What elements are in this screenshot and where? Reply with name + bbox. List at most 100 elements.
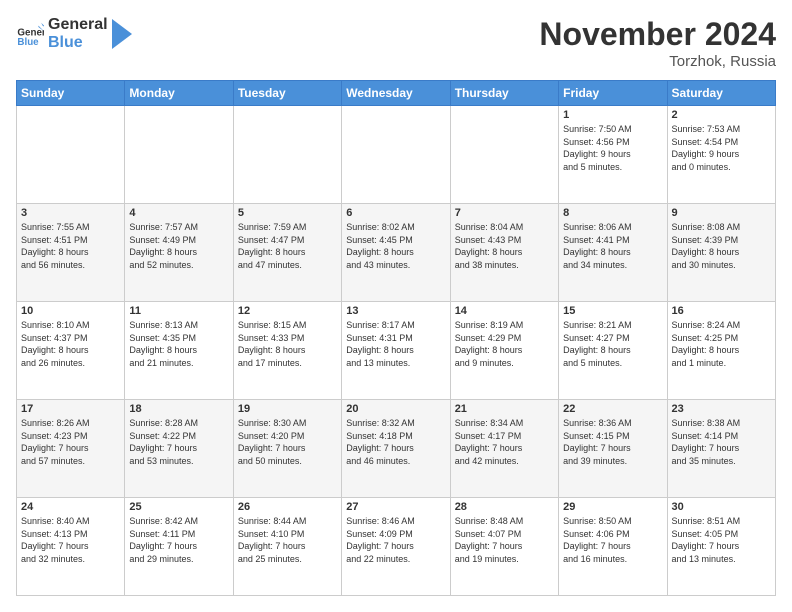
- day-info: Sunrise: 8:46 AM Sunset: 4:09 PM Dayligh…: [346, 515, 445, 565]
- day-info: Sunrise: 8:42 AM Sunset: 4:11 PM Dayligh…: [129, 515, 228, 565]
- table-row: 5 Sunrise: 7:59 AM Sunset: 4:47 PM Daylig…: [233, 204, 341, 302]
- table-row: 10 Sunrise: 8:10 AM Sunset: 4:37 PM Dayli…: [17, 302, 125, 400]
- table-row: 3 Sunrise: 7:55 AM Sunset: 4:51 PM Daylig…: [17, 204, 125, 302]
- day-info: Sunrise: 8:30 AM Sunset: 4:20 PM Dayligh…: [238, 417, 337, 467]
- day-number: 18: [129, 403, 228, 415]
- logo: General Blue General Blue: [16, 16, 132, 51]
- table-row: 9 Sunrise: 8:08 AM Sunset: 4:39 PM Daylig…: [667, 204, 775, 302]
- table-row: 11 Sunrise: 8:13 AM Sunset: 4:35 PM Dayli…: [125, 302, 233, 400]
- day-number: 30: [672, 501, 771, 513]
- day-info: Sunrise: 8:10 AM Sunset: 4:37 PM Dayligh…: [21, 319, 120, 369]
- day-info: Sunrise: 7:50 AM Sunset: 4:56 PM Dayligh…: [563, 123, 662, 173]
- day-number: 2: [672, 109, 771, 121]
- day-info: Sunrise: 8:51 AM Sunset: 4:05 PM Dayligh…: [672, 515, 771, 565]
- calendar-header-row: Sunday Monday Tuesday Wednesday Thursday…: [17, 81, 776, 106]
- table-row: [233, 106, 341, 204]
- day-number: 10: [21, 305, 120, 317]
- day-number: 13: [346, 305, 445, 317]
- table-row: [342, 106, 450, 204]
- day-info: Sunrise: 8:40 AM Sunset: 4:13 PM Dayligh…: [21, 515, 120, 565]
- day-info: Sunrise: 8:44 AM Sunset: 4:10 PM Dayligh…: [238, 515, 337, 565]
- col-thursday: Thursday: [450, 81, 558, 106]
- table-row: 1Sunrise: 7:50 AM Sunset: 4:56 PM Daylig…: [559, 106, 667, 204]
- day-number: 17: [21, 403, 120, 415]
- table-row: 18 Sunrise: 8:28 AM Sunset: 4:22 PM Dayli…: [125, 400, 233, 498]
- logo-arrow-icon: [112, 19, 132, 49]
- col-sunday: Sunday: [17, 81, 125, 106]
- table-row: 8 Sunrise: 8:06 AM Sunset: 4:41 PM Daylig…: [559, 204, 667, 302]
- day-info: Sunrise: 8:21 AM Sunset: 4:27 PM Dayligh…: [563, 319, 662, 369]
- table-row: 30 Sunrise: 8:51 AM Sunset: 4:05 PM Dayli…: [667, 498, 775, 596]
- month-title: November 2024: [539, 16, 776, 53]
- day-info: Sunrise: 8:50 AM Sunset: 4:06 PM Dayligh…: [563, 515, 662, 565]
- calendar-week-3: 10 Sunrise: 8:10 AM Sunset: 4:37 PM Dayli…: [17, 302, 776, 400]
- page: General Blue General Blue November 2024 …: [0, 0, 792, 612]
- day-info: Sunrise: 8:36 AM Sunset: 4:15 PM Dayligh…: [563, 417, 662, 467]
- day-number: 22: [563, 403, 662, 415]
- table-row: 13Sunrise: 8:17 AM Sunset: 4:31 PM Dayli…: [342, 302, 450, 400]
- day-info: Sunrise: 8:04 AM Sunset: 4:43 PM Dayligh…: [455, 221, 554, 271]
- logo-general-text: General: [48, 16, 108, 34]
- table-row: 22 Sunrise: 8:36 AM Sunset: 4:15 PM Dayli…: [559, 400, 667, 498]
- day-info: Sunrise: 8:02 AM Sunset: 4:45 PM Dayligh…: [346, 221, 445, 271]
- table-row: 26 Sunrise: 8:44 AM Sunset: 4:10 PM Dayli…: [233, 498, 341, 596]
- day-info: Sunrise: 7:55 AM Sunset: 4:51 PM Dayligh…: [21, 221, 120, 271]
- table-row: [450, 106, 558, 204]
- calendar-week-4: 17Sunrise: 8:26 AM Sunset: 4:23 PM Dayli…: [17, 400, 776, 498]
- day-info: Sunrise: 7:53 AM Sunset: 4:54 PM Dayligh…: [672, 123, 771, 173]
- col-friday: Friday: [559, 81, 667, 106]
- day-number: 29: [563, 501, 662, 513]
- day-info: Sunrise: 7:59 AM Sunset: 4:47 PM Dayligh…: [238, 221, 337, 271]
- table-row: [125, 106, 233, 204]
- day-number: 5: [238, 207, 337, 219]
- day-number: 11: [129, 305, 228, 317]
- day-info: Sunrise: 8:08 AM Sunset: 4:39 PM Dayligh…: [672, 221, 771, 271]
- table-row: 2 Sunrise: 7:53 AM Sunset: 4:54 PM Daylig…: [667, 106, 775, 204]
- table-row: 7Sunrise: 8:04 AM Sunset: 4:43 PM Daylig…: [450, 204, 558, 302]
- day-number: 14: [455, 305, 554, 317]
- day-info: Sunrise: 8:19 AM Sunset: 4:29 PM Dayligh…: [455, 319, 554, 369]
- day-info: Sunrise: 8:24 AM Sunset: 4:25 PM Dayligh…: [672, 319, 771, 369]
- day-number: 27: [346, 501, 445, 513]
- day-number: 15: [563, 305, 662, 317]
- table-row: 23Sunrise: 8:38 AM Sunset: 4:14 PM Dayli…: [667, 400, 775, 498]
- day-info: Sunrise: 8:06 AM Sunset: 4:41 PM Dayligh…: [563, 221, 662, 271]
- table-row: 4Sunrise: 7:57 AM Sunset: 4:49 PM Daylig…: [125, 204, 233, 302]
- location: Torzhok, Russia: [539, 53, 776, 70]
- table-row: 25Sunrise: 8:42 AM Sunset: 4:11 PM Dayli…: [125, 498, 233, 596]
- table-row: 19 Sunrise: 8:30 AM Sunset: 4:20 PM Dayli…: [233, 400, 341, 498]
- day-number: 21: [455, 403, 554, 415]
- day-number: 19: [238, 403, 337, 415]
- table-row: 20Sunrise: 8:32 AM Sunset: 4:18 PM Dayli…: [342, 400, 450, 498]
- day-info: Sunrise: 8:48 AM Sunset: 4:07 PM Dayligh…: [455, 515, 554, 565]
- day-number: 12: [238, 305, 337, 317]
- day-number: 6: [346, 207, 445, 219]
- calendar-week-2: 3 Sunrise: 7:55 AM Sunset: 4:51 PM Daylig…: [17, 204, 776, 302]
- day-number: 8: [563, 207, 662, 219]
- day-info: Sunrise: 8:34 AM Sunset: 4:17 PM Dayligh…: [455, 417, 554, 467]
- svg-text:Blue: Blue: [17, 37, 39, 48]
- table-row: 15 Sunrise: 8:21 AM Sunset: 4:27 PM Dayli…: [559, 302, 667, 400]
- table-row: 24 Sunrise: 8:40 AM Sunset: 4:13 PM Dayli…: [17, 498, 125, 596]
- table-row: [17, 106, 125, 204]
- day-info: Sunrise: 8:28 AM Sunset: 4:22 PM Dayligh…: [129, 417, 228, 467]
- col-wednesday: Wednesday: [342, 81, 450, 106]
- table-row: 6 Sunrise: 8:02 AM Sunset: 4:45 PM Daylig…: [342, 204, 450, 302]
- day-number: 16: [672, 305, 771, 317]
- day-number: 26: [238, 501, 337, 513]
- day-number: 3: [21, 207, 120, 219]
- calendar-week-5: 24 Sunrise: 8:40 AM Sunset: 4:13 PM Dayli…: [17, 498, 776, 596]
- day-info: Sunrise: 7:57 AM Sunset: 4:49 PM Dayligh…: [129, 221, 228, 271]
- day-number: 23: [672, 403, 771, 415]
- day-info: Sunrise: 8:15 AM Sunset: 4:33 PM Dayligh…: [238, 319, 337, 369]
- col-saturday: Saturday: [667, 81, 775, 106]
- table-row: 27 Sunrise: 8:46 AM Sunset: 4:09 PM Dayli…: [342, 498, 450, 596]
- col-monday: Monday: [125, 81, 233, 106]
- day-number: 9: [672, 207, 771, 219]
- day-info: Sunrise: 8:13 AM Sunset: 4:35 PM Dayligh…: [129, 319, 228, 369]
- table-row: 17Sunrise: 8:26 AM Sunset: 4:23 PM Dayli…: [17, 400, 125, 498]
- table-row: 21 Sunrise: 8:34 AM Sunset: 4:17 PM Dayli…: [450, 400, 558, 498]
- col-tuesday: Tuesday: [233, 81, 341, 106]
- table-row: 14 Sunrise: 8:19 AM Sunset: 4:29 PM Dayli…: [450, 302, 558, 400]
- day-number: 24: [21, 501, 120, 513]
